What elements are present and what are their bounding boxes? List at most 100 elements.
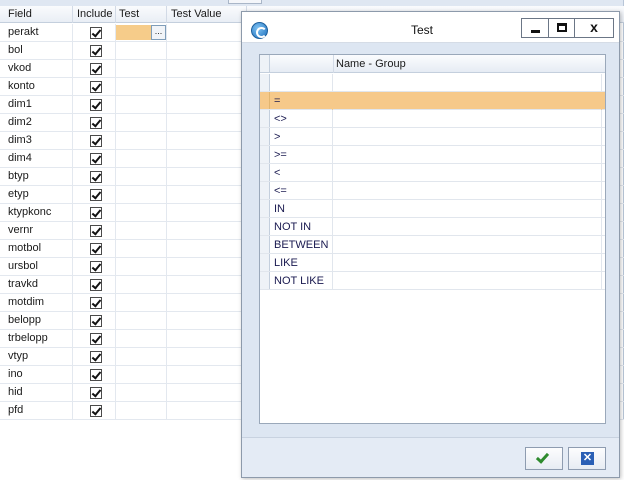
close-button[interactable]: x xyxy=(574,18,614,38)
include-checkbox[interactable] xyxy=(90,27,102,39)
test-value-cell[interactable] xyxy=(167,168,247,186)
operator-row[interactable]: BETWEEN xyxy=(260,236,605,254)
test-value-cell[interactable] xyxy=(167,240,247,258)
test-value-cell[interactable] xyxy=(167,24,247,42)
test-value-cell[interactable] xyxy=(167,204,247,222)
include-checkbox[interactable] xyxy=(90,135,102,147)
operator-row[interactable]: >= xyxy=(260,146,605,164)
column-header-include[interactable]: Include xyxy=(73,6,116,23)
include-checkbox[interactable] xyxy=(90,189,102,201)
test-cell[interactable] xyxy=(116,204,167,222)
test-value-cell[interactable] xyxy=(167,96,247,114)
test-value-cell[interactable] xyxy=(167,384,247,402)
test-cell[interactable] xyxy=(116,60,167,78)
include-checkbox[interactable] xyxy=(90,261,102,273)
test-cell[interactable] xyxy=(116,114,167,132)
test-value-cell[interactable] xyxy=(167,258,247,276)
test-cell[interactable] xyxy=(116,294,167,312)
test-value-cell[interactable] xyxy=(167,276,247,294)
row-selector[interactable] xyxy=(260,146,270,163)
operator-row[interactable]: > xyxy=(260,128,605,146)
include-checkbox[interactable] xyxy=(90,243,102,255)
test-cell[interactable] xyxy=(116,222,167,240)
dialog-titlebar[interactable]: Test x xyxy=(242,12,619,43)
test-cell[interactable] xyxy=(116,384,167,402)
test-value-cell[interactable] xyxy=(167,150,247,168)
test-cell[interactable] xyxy=(116,240,167,258)
test-value-cell[interactable] xyxy=(167,348,247,366)
test-cell-active[interactable] xyxy=(116,25,152,40)
row-selector[interactable] xyxy=(260,182,270,199)
test-cell[interactable] xyxy=(116,402,167,420)
operator-column-header[interactable] xyxy=(270,55,333,73)
operator-row[interactable]: = xyxy=(260,92,605,110)
ok-button[interactable] xyxy=(525,447,563,470)
column-header-test-value[interactable]: Test Value xyxy=(167,6,247,23)
row-selector[interactable] xyxy=(260,128,270,145)
operator-row[interactable]: LIKE xyxy=(260,254,605,272)
maximize-button[interactable] xyxy=(548,18,575,38)
operator-row[interactable]: < xyxy=(260,164,605,182)
include-checkbox[interactable] xyxy=(90,279,102,291)
operator-row[interactable]: <= xyxy=(260,182,605,200)
include-checkbox[interactable] xyxy=(90,153,102,165)
include-checkbox[interactable] xyxy=(90,207,102,219)
test-value-cell[interactable] xyxy=(167,60,247,78)
row-selector[interactable] xyxy=(260,254,270,271)
include-checkbox[interactable] xyxy=(90,171,102,183)
include-checkbox[interactable] xyxy=(90,81,102,93)
test-value-cell[interactable] xyxy=(167,222,247,240)
column-header-field[interactable]: Field xyxy=(0,6,73,23)
operator-row[interactable]: NOT LIKE xyxy=(260,272,605,290)
test-cell[interactable] xyxy=(116,330,167,348)
include-checkbox[interactable] xyxy=(90,297,102,309)
test-value-cell[interactable] xyxy=(167,42,247,60)
test-cell[interactable] xyxy=(116,168,167,186)
test-value-cell[interactable] xyxy=(167,78,247,96)
include-checkbox[interactable] xyxy=(90,387,102,399)
row-selector[interactable] xyxy=(260,92,270,109)
minimize-button[interactable] xyxy=(521,18,549,38)
test-cell[interactable] xyxy=(116,150,167,168)
row-selector[interactable] xyxy=(260,110,270,127)
include-checkbox[interactable] xyxy=(90,333,102,345)
test-cell[interactable]: ... xyxy=(116,24,167,42)
include-checkbox[interactable] xyxy=(90,225,102,237)
test-cell[interactable] xyxy=(116,276,167,294)
test-value-cell[interactable] xyxy=(167,114,247,132)
include-checkbox[interactable] xyxy=(90,405,102,417)
test-cell[interactable] xyxy=(116,42,167,60)
test-value-cell[interactable] xyxy=(167,330,247,348)
test-value-cell[interactable] xyxy=(167,294,247,312)
cancel-button[interactable]: ✕ xyxy=(568,447,606,470)
operator-row[interactable]: IN xyxy=(260,200,605,218)
row-selector[interactable] xyxy=(260,218,270,235)
row-selector[interactable] xyxy=(260,236,270,253)
include-checkbox[interactable] xyxy=(90,117,102,129)
include-checkbox[interactable] xyxy=(90,45,102,57)
test-cell[interactable] xyxy=(116,78,167,96)
include-checkbox[interactable] xyxy=(90,351,102,363)
include-checkbox[interactable] xyxy=(90,369,102,381)
test-value-cell[interactable] xyxy=(167,402,247,420)
operator-row[interactable]: <> xyxy=(260,110,605,128)
row-selector[interactable] xyxy=(260,74,270,91)
test-value-cell[interactable] xyxy=(167,186,247,204)
include-checkbox[interactable] xyxy=(90,315,102,327)
include-checkbox[interactable] xyxy=(90,99,102,111)
test-cell[interactable] xyxy=(116,186,167,204)
test-ellipsis-button[interactable]: ... xyxy=(151,25,166,40)
operator-row[interactable] xyxy=(260,74,605,92)
test-cell[interactable] xyxy=(116,312,167,330)
column-header-test[interactable]: Test xyxy=(116,6,167,23)
row-selector[interactable] xyxy=(260,164,270,181)
test-value-cell[interactable] xyxy=(167,366,247,384)
test-cell[interactable] xyxy=(116,258,167,276)
test-cell[interactable] xyxy=(116,96,167,114)
name-group-column-header[interactable]: Name - Group xyxy=(333,55,605,73)
row-selector[interactable] xyxy=(260,272,270,289)
test-cell[interactable] xyxy=(116,348,167,366)
row-selector[interactable] xyxy=(260,200,270,217)
include-checkbox[interactable] xyxy=(90,63,102,75)
operator-row[interactable]: NOT IN xyxy=(260,218,605,236)
